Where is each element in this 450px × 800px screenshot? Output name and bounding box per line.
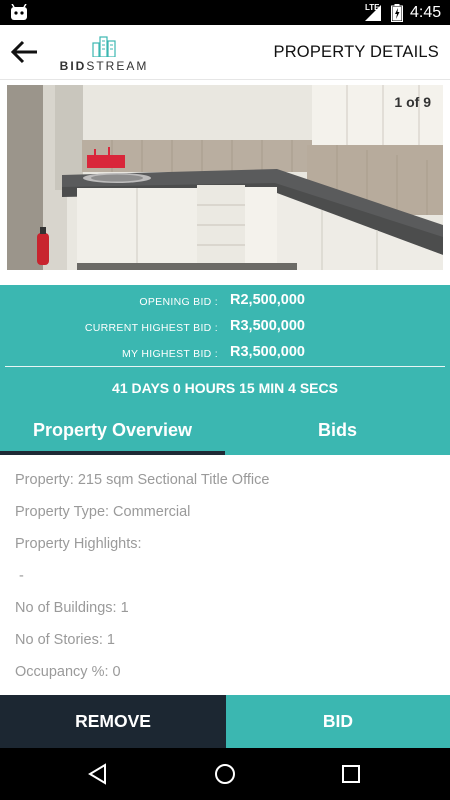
current-highest-bid-row: CURRENT HIGHEST BID : R3,500,000: [0, 316, 450, 338]
tab-property-overview[interactable]: Property Overview: [0, 406, 225, 455]
property-photo[interactable]: 1 of 9: [7, 85, 443, 270]
kitchen-photo-illustration: [7, 85, 443, 270]
auction-countdown: 41 DAYS 0 HOURS 15 MIN 4 SECS: [112, 380, 338, 396]
bidstream-logo: BIDSTREAM: [58, 35, 150, 73]
my-highest-bid-value: R3,500,000: [230, 344, 305, 360]
current-highest-bid-value: R3,500,000: [230, 318, 305, 334]
detail-buildings: No of Buildings: 1: [15, 600, 129, 616]
battery-icon: [391, 4, 403, 22]
divider: [5, 366, 445, 367]
building-logo-icon: [92, 36, 116, 57]
app-header: BIDSTREAM PROPERTY DETAILS: [0, 25, 450, 80]
bid-button[interactable]: BID: [226, 695, 450, 748]
tab-bids[interactable]: Bids: [225, 406, 450, 455]
signal-icon: [365, 5, 381, 21]
recents-square-icon[interactable]: [339, 762, 363, 786]
system-nav-bar: [0, 748, 450, 800]
opening-bid-label: OPENING BID :: [139, 296, 218, 308]
arrow-left-icon: [10, 40, 37, 64]
status-time: 4:45: [410, 4, 442, 21]
back-button[interactable]: [8, 37, 42, 67]
detail-property-highlights: Property Highlights:: [15, 536, 142, 552]
detail-property-type: Property Type: Commercial: [15, 504, 191, 520]
page-title: PROPERTY DETAILS: [273, 43, 439, 61]
detail-property: Property: 215 sqm Sectional Title Office: [15, 472, 270, 488]
remove-button[interactable]: REMOVE: [0, 695, 226, 748]
detail-stories: No of Stories: 1: [15, 632, 115, 648]
back-triangle-icon[interactable]: [86, 762, 110, 786]
detail-occupancy: Occupancy %: 0: [15, 664, 121, 680]
android-icon: [11, 4, 27, 20]
current-highest-bid-label: CURRENT HIGHEST BID :: [84, 322, 218, 334]
my-highest-bid-label: MY HIGHEST BID :: [121, 348, 218, 360]
opening-bid-value: R2,500,000: [230, 292, 305, 308]
my-highest-bid-row: MY HIGHEST BID : R3,500,000: [0, 342, 450, 364]
detail-highlights-value: -: [15, 568, 24, 584]
property-details-list: Property: 215 sqm Sectional Title Office…: [0, 455, 450, 695]
tab-bar: Property Overview Bids: [0, 406, 450, 455]
status-bar: LTE 4:45: [0, 0, 450, 25]
home-circle-icon[interactable]: [213, 762, 237, 786]
opening-bid-row: OPENING BID : R2,500,000: [0, 290, 450, 312]
logo-text: BIDSTREAM: [59, 59, 149, 73]
photo-counter: 1 of 9: [394, 94, 431, 110]
